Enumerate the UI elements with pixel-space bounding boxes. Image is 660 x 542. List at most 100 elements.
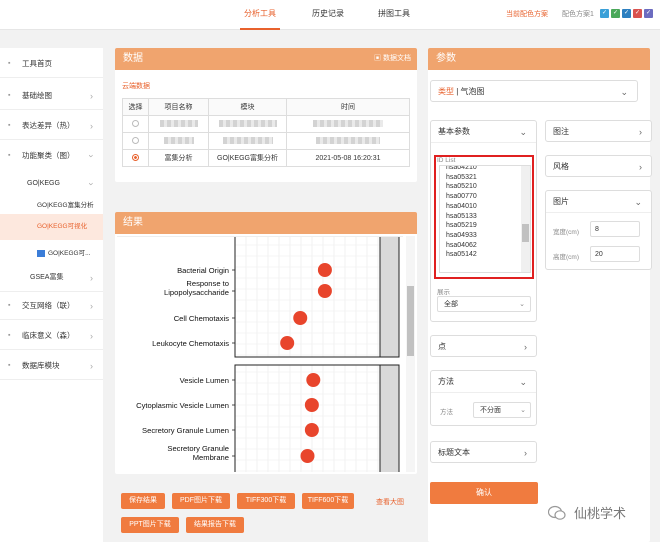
chevron-down-icon: ⌄ — [620, 87, 628, 97]
result-panel: 结果 Bacterial Origin Response to Lipopolysa… — [115, 212, 417, 474]
table-row[interactable] — [122, 132, 410, 150]
point-section[interactable]: 点 › — [430, 335, 537, 357]
sidebar-item-home[interactable]: ▪ 工具首页 — [0, 50, 103, 78]
data-doc-link[interactable]: ▣ 数据文档 — [374, 48, 411, 70]
sidebar-sub-label: GO|KEGG可... — [48, 250, 91, 257]
report-download-button[interactable]: 结果报告下载 — [186, 517, 244, 533]
category-tick-label: Bacterial Origin — [177, 266, 229, 275]
tiff300-download-button[interactable]: TIFF300下载 — [237, 493, 295, 509]
category-tick-label: Cell Chemotaxis — [174, 314, 229, 323]
pdf-download-button[interactable]: PDF图片下载 — [172, 493, 230, 509]
legend-section[interactable]: 图注 › — [545, 120, 652, 142]
sidebar-item-network[interactable]: ▪ 交互网络（联） › — [0, 292, 103, 320]
table-row[interactable] — [122, 115, 410, 133]
chevron-right-icon: › — [90, 361, 93, 371]
title-text-section[interactable]: 标题文本 › — [430, 441, 537, 463]
panel-title: 结果 — [123, 217, 143, 228]
color-swatch-1[interactable]: ✓ — [600, 9, 609, 18]
sidebar-sub-gokegg-vis[interactable]: GO|KEGG可视化 — [0, 214, 103, 240]
col-header: 项目名称 — [148, 98, 209, 116]
id-list-item: hsa04933 — [446, 231, 477, 239]
category-tick-line: Lipopolysaccharide — [164, 288, 229, 297]
sidebar-item-basic-plot[interactable]: ▪ 基础绘图 › — [0, 82, 103, 110]
bubble-point — [306, 373, 321, 387]
sidebar-item-database[interactable]: ▪ 数据库模块 › — [0, 352, 103, 380]
display-select[interactable]: 全部 ⌄ — [437, 296, 531, 312]
bubble-point — [317, 263, 332, 277]
scrollbar-thumb[interactable] — [407, 286, 414, 356]
chevron-down-icon: ⌄ — [519, 127, 527, 137]
bullet-icon: ▪ — [8, 60, 11, 67]
wechat-icon — [547, 505, 566, 521]
basic-params-header[interactable]: 基本参数 ⌄ — [431, 121, 536, 143]
current-scheme-link[interactable]: 当前配色方案 — [506, 9, 548, 19]
color-swatch-5[interactable]: ✓ — [644, 9, 653, 18]
id-list-item: hsa00770 — [446, 193, 477, 201]
color-swatch-2[interactable]: ✓ — [611, 9, 620, 18]
sidebar-item-expression[interactable]: ▪ 表达差异（热） › — [0, 112, 103, 140]
cell-name: 富集分析 — [148, 149, 209, 167]
bubble-point — [280, 336, 295, 350]
color-swatch-3[interactable]: ✓ — [622, 9, 631, 18]
method-header[interactable]: 方法 ⌄ — [431, 371, 536, 393]
ppt-download-button[interactable]: PPT图片下载 — [121, 517, 179, 533]
bubble-chart: Bacterial Origin Response to Lipopolysacch… — [136, 237, 400, 472]
chevron-down-icon: › — [86, 154, 97, 158]
width-input[interactable]: 8 — [590, 221, 640, 237]
id-list-textarea[interactable]: hsa04210 hsa05321 hsa05210 hsa00770 hsa04010… — [439, 165, 531, 273]
id-list-content: hsa04210 hsa05321 hsa05210 hsa00770 hsa04010… — [440, 166, 530, 260]
bubble-point — [317, 284, 332, 298]
style-section[interactable]: 风格 › — [545, 155, 652, 177]
nav-analysis-tools[interactable]: 分析工具 — [240, 0, 280, 30]
category-tick-label: Cytoplasmic Vesicle Lumen — [136, 401, 229, 410]
id-list-item: hsa05219 — [446, 222, 477, 230]
doc-icon — [37, 250, 45, 257]
bullet-icon: ▪ — [8, 332, 11, 339]
row-radio[interactable] — [132, 120, 139, 128]
point-label: 点 — [438, 342, 446, 351]
width-label: 宽度(cm) — [553, 229, 579, 236]
sidebar-item-label: 功能聚类（图） — [22, 151, 75, 160]
bullet-icon: ▪ — [8, 92, 11, 99]
category-tick-label: Secretory Granule Lumen — [142, 426, 229, 435]
bullet-icon: ▪ — [8, 152, 11, 159]
blurred-cell — [159, 120, 198, 128]
blurred-cell — [222, 137, 273, 145]
scrollbar-thumb[interactable] — [522, 224, 529, 242]
color-swatch-4[interactable]: ✓ — [633, 9, 642, 18]
id-list-scrollbar[interactable] — [521, 166, 530, 272]
scheme-label[interactable]: 配色方案1 — [562, 9, 594, 19]
nav-collage-tools[interactable]: 拼图工具 — [374, 0, 414, 30]
save-result-button[interactable]: 保存结果 — [121, 493, 165, 509]
sidebar-item-function-cluster[interactable]: ▪ 功能聚类（图） › — [0, 142, 103, 170]
bullet-icon: ▪ — [8, 122, 11, 129]
table-row[interactable]: 富集分析 GO|KEGG富集分析 2021-05-08 16:20:31 — [122, 149, 410, 167]
nav-history[interactable]: 历史记录 — [308, 0, 348, 30]
category-tick-label: Leukocyte Chemotaxis — [152, 339, 229, 348]
view-large-link[interactable]: 查看大图 — [376, 497, 404, 507]
category-tick-line: Cell Chemotaxis — [174, 314, 229, 323]
category-tick-line: Leukocyte Chemotaxis — [152, 339, 229, 348]
category-tick-line: Vesicle Lumen — [180, 376, 229, 385]
cloud-data-link[interactable]: 云端数据 — [122, 81, 150, 91]
sidebar-item-clinical[interactable]: ▪ 临床意义（森） › — [0, 322, 103, 350]
sidebar-sub-gsea[interactable]: GSEA富集 › — [0, 264, 103, 292]
sidebar-item-label: 表达差异（热） — [22, 121, 75, 130]
height-input[interactable]: 20 — [590, 246, 640, 262]
row-radio[interactable] — [132, 137, 139, 145]
method-select[interactable]: 不分面 ⌄ — [473, 402, 531, 418]
category-tick-label: Secretory Granule Membrane — [167, 444, 229, 462]
params-panel-header: 参数 — [428, 48, 650, 70]
display-label: 展示 — [437, 289, 450, 296]
bullet-icon: ▪ — [8, 302, 11, 309]
category-tick-line: Secretory Granule Lumen — [142, 426, 229, 435]
submit-button[interactable]: 确认 — [430, 482, 538, 504]
image-header[interactable]: 图片 ⌄ — [546, 191, 651, 213]
category-tick-line: Cytoplasmic Vesicle Lumen — [136, 401, 229, 410]
chart-type-select[interactable]: 类型 | 气泡图 ⌄ — [430, 80, 638, 102]
result-scrollbar[interactable] — [406, 236, 415, 472]
chevron-right-icon: › — [524, 448, 527, 458]
tiff600-download-button[interactable]: TIFF600下载 — [302, 493, 354, 509]
chevron-down-icon: ⌄ — [519, 301, 525, 308]
row-radio-selected[interactable] — [132, 154, 139, 162]
